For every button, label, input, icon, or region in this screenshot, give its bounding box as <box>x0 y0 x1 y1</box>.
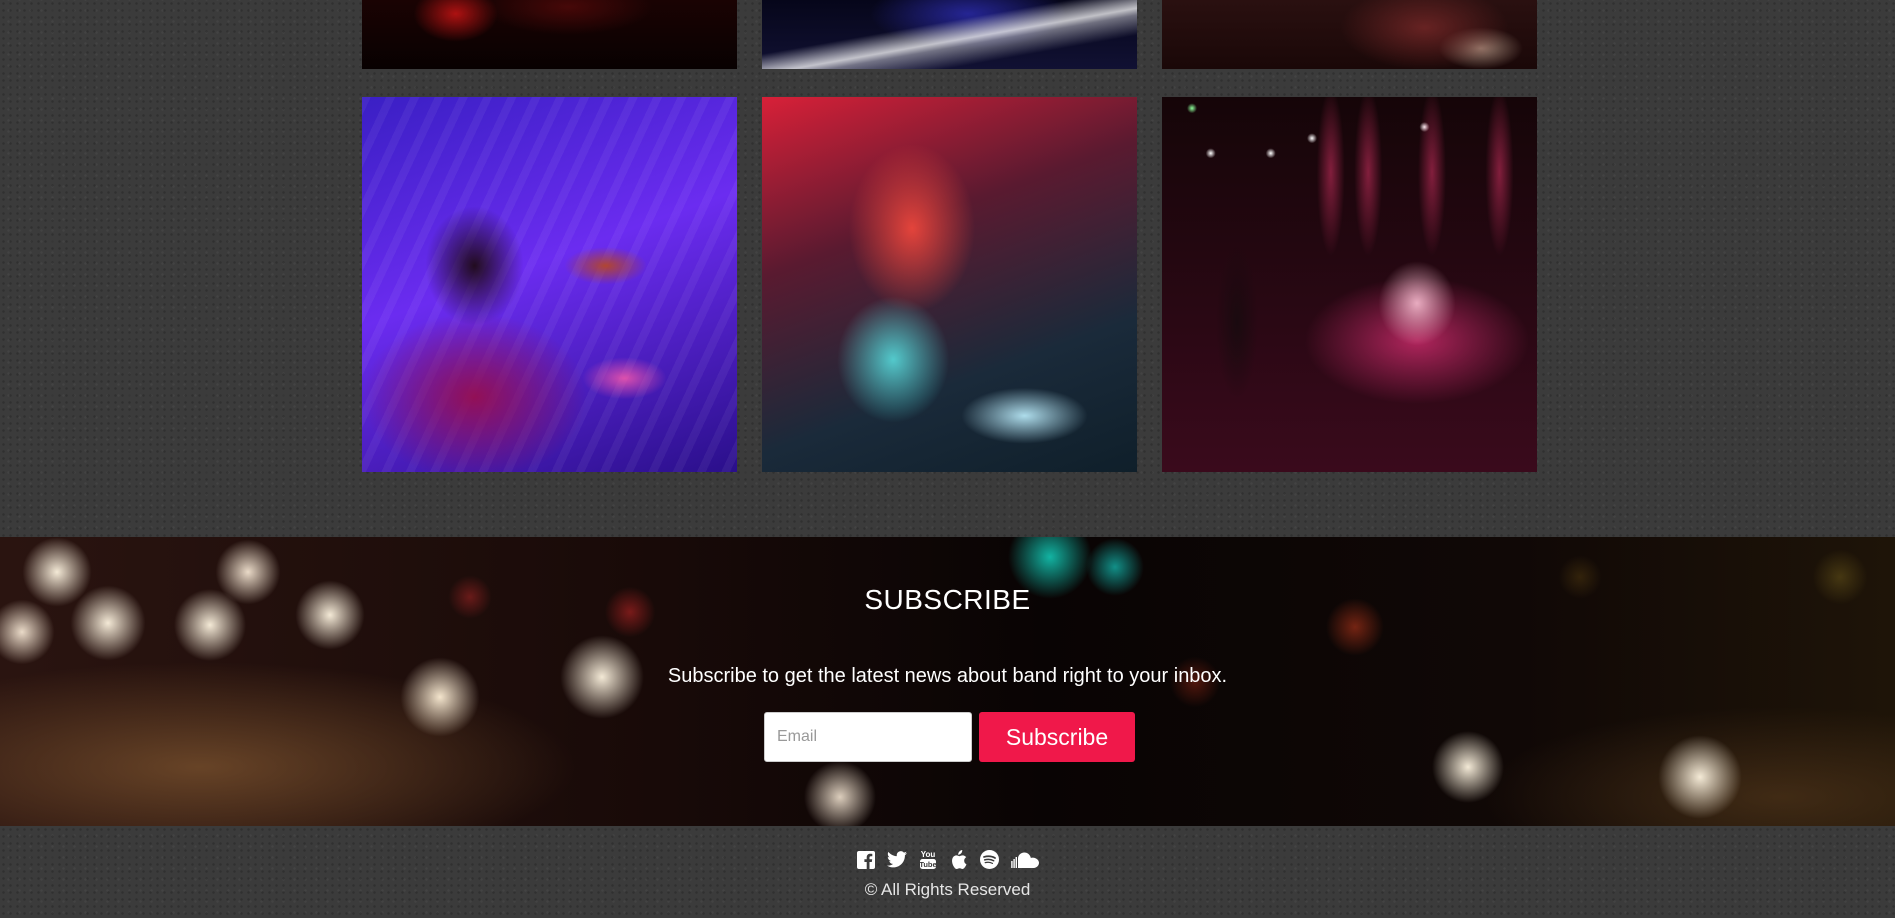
svg-text:Tube: Tube <box>919 860 936 869</box>
facebook-icon[interactable] <box>855 849 876 870</box>
subscribe-section: SUBSCRIBE Subscribe to get the latest ne… <box>0 537 1895 826</box>
gallery-photo-4[interactable] <box>362 97 737 472</box>
gallery-photo-3[interactable] <box>1162 0 1537 69</box>
subscribe-title: SUBSCRIBE <box>864 584 1031 615</box>
spotify-icon[interactable] <box>979 849 1000 870</box>
email-field[interactable] <box>764 712 972 762</box>
gallery-photo-5[interactable] <box>762 97 1137 472</box>
footer: You Tube © All Rights Reserved <box>0 826 1895 918</box>
subscribe-description: Subscribe to get the latest news about b… <box>667 665 1228 687</box>
gallery-photo-1[interactable] <box>362 0 737 69</box>
copyright-text: © All Rights Reserved <box>864 880 1031 899</box>
svg-text:You: You <box>920 850 935 859</box>
youtube-icon[interactable]: You Tube <box>917 849 938 870</box>
soundcloud-icon[interactable] <box>1010 849 1040 870</box>
social-links: You Tube <box>0 849 1895 870</box>
twitter-icon[interactable] <box>886 849 907 870</box>
apple-icon[interactable] <box>948 849 969 870</box>
gallery-photo-2[interactable] <box>762 0 1137 69</box>
gallery-photo-6[interactable] <box>1162 97 1537 472</box>
subscribe-button[interactable]: Subscribe <box>979 712 1135 762</box>
